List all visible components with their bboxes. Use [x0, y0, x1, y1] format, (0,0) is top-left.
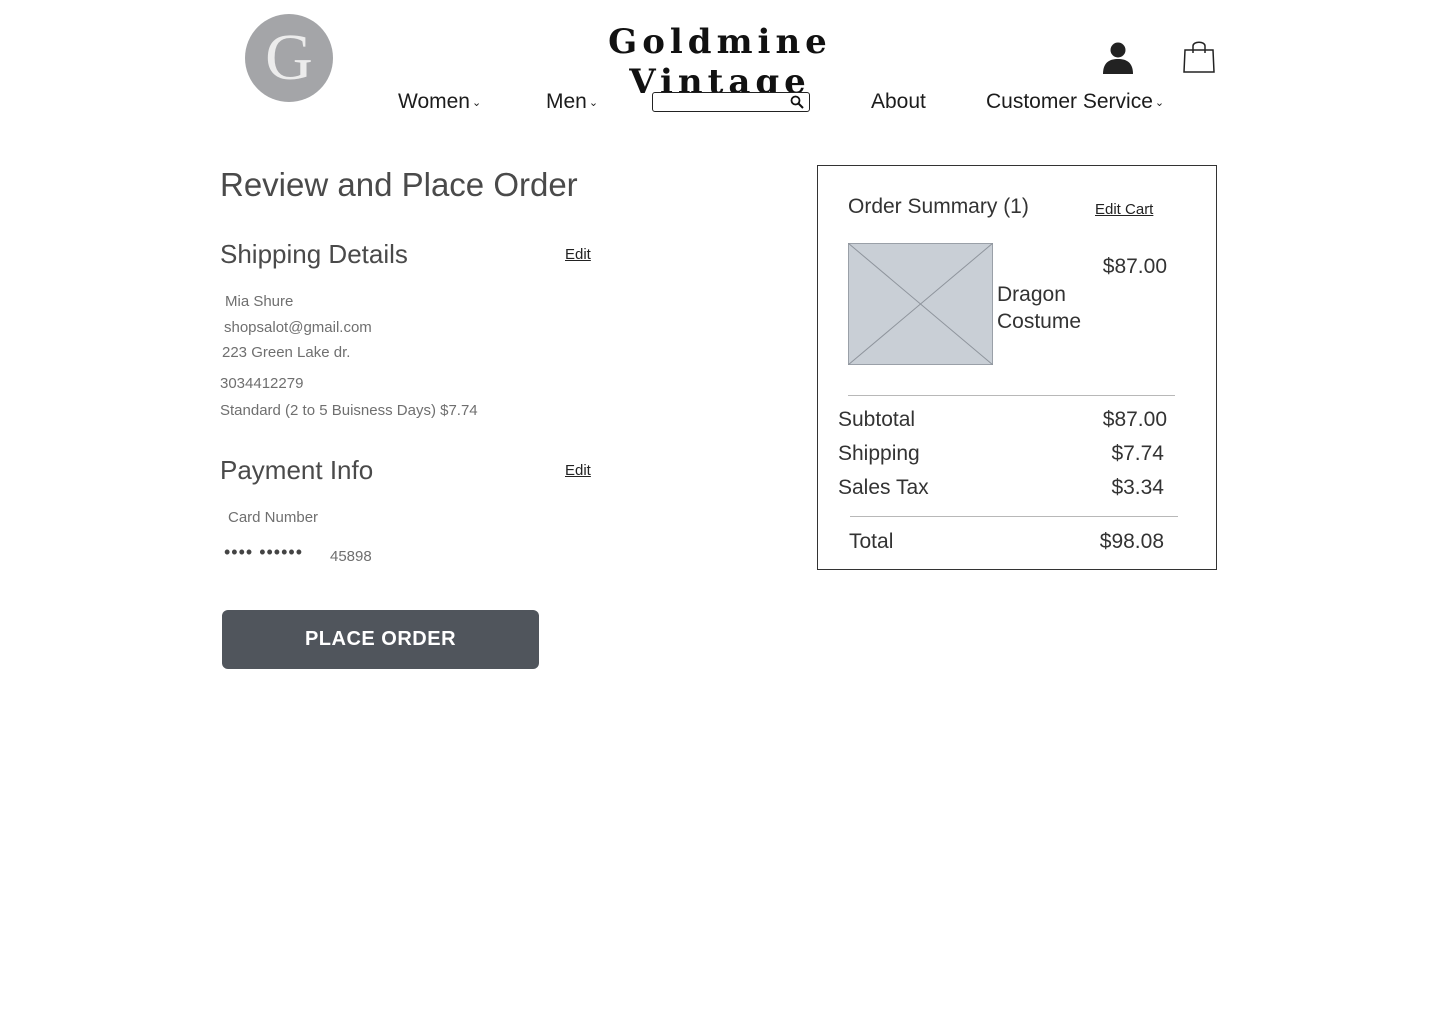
shipping-value: $7.74	[1111, 442, 1164, 465]
shipping-address: 223 Green Lake dr.	[222, 344, 351, 361]
subtotal-label: Subtotal	[838, 408, 916, 431]
product-price: $87.00	[1102, 255, 1167, 278]
card-number-label: Card Number	[228, 509, 319, 526]
nav-customer-service-label: Customer Service	[986, 90, 1153, 113]
chevron-down-icon: ⌄	[1154, 96, 1165, 109]
sales-tax-value: $3.34	[1111, 476, 1164, 499]
chevron-down-icon: ⌄	[588, 96, 599, 109]
logo[interactable]: G	[245, 14, 333, 102]
shipping-method: Standard (2 to 5 Buisness Days) $7.74	[220, 402, 478, 419]
nav-women-label: Women	[398, 90, 470, 113]
search-bar	[652, 92, 810, 112]
logo-letter: G	[265, 21, 313, 94]
product-image-placeholder[interactable]	[848, 243, 993, 365]
total-value: $98.08	[1099, 530, 1164, 553]
card-number-mask: •••• ••••••	[224, 542, 304, 562]
shipping-phone: 3034412279	[220, 375, 304, 392]
nav-women[interactable]: Women ⌄	[398, 90, 481, 114]
nav-men[interactable]: Men ⌄	[546, 90, 598, 114]
page-title: Review and Place Order	[220, 166, 578, 203]
product-name[interactable]: Dragon Costume	[997, 281, 1107, 335]
order-summary-title: Order Summary (1)	[848, 195, 1029, 218]
summary-total-divider	[850, 516, 1178, 517]
payment-info-heading: Payment Info	[220, 455, 374, 485]
summary-divider	[848, 395, 1175, 396]
search-icon[interactable]	[790, 95, 804, 109]
nav-customer-service[interactable]: Customer Service ⌄	[986, 90, 1164, 114]
edit-payment-link[interactable]: Edit	[565, 462, 591, 479]
shipping-email: shopsalot@gmail.com	[224, 319, 372, 336]
edit-shipping-link[interactable]: Edit	[565, 246, 591, 263]
nav-men-label: Men	[546, 90, 587, 113]
order-summary-panel	[817, 165, 1217, 570]
user-icon[interactable]	[1100, 40, 1136, 76]
chevron-down-icon: ⌄	[471, 96, 482, 109]
shopping-bag-icon[interactable]	[1182, 38, 1216, 74]
subtotal-value: $87.00	[1102, 408, 1167, 431]
nav-about[interactable]: About	[871, 90, 926, 114]
shipping-details-heading: Shipping Details	[220, 239, 408, 269]
place-order-button[interactable]: PLACE ORDER	[222, 610, 539, 669]
card-number-suffix: 45898	[330, 548, 372, 565]
edit-cart-link[interactable]: Edit Cart	[1095, 201, 1153, 218]
shipping-name: Mia Shure	[225, 293, 294, 310]
shipping-label: Shipping	[838, 442, 920, 465]
search-input[interactable]	[653, 94, 791, 110]
total-label: Total	[849, 530, 894, 553]
sales-tax-label: Sales Tax	[838, 476, 929, 499]
